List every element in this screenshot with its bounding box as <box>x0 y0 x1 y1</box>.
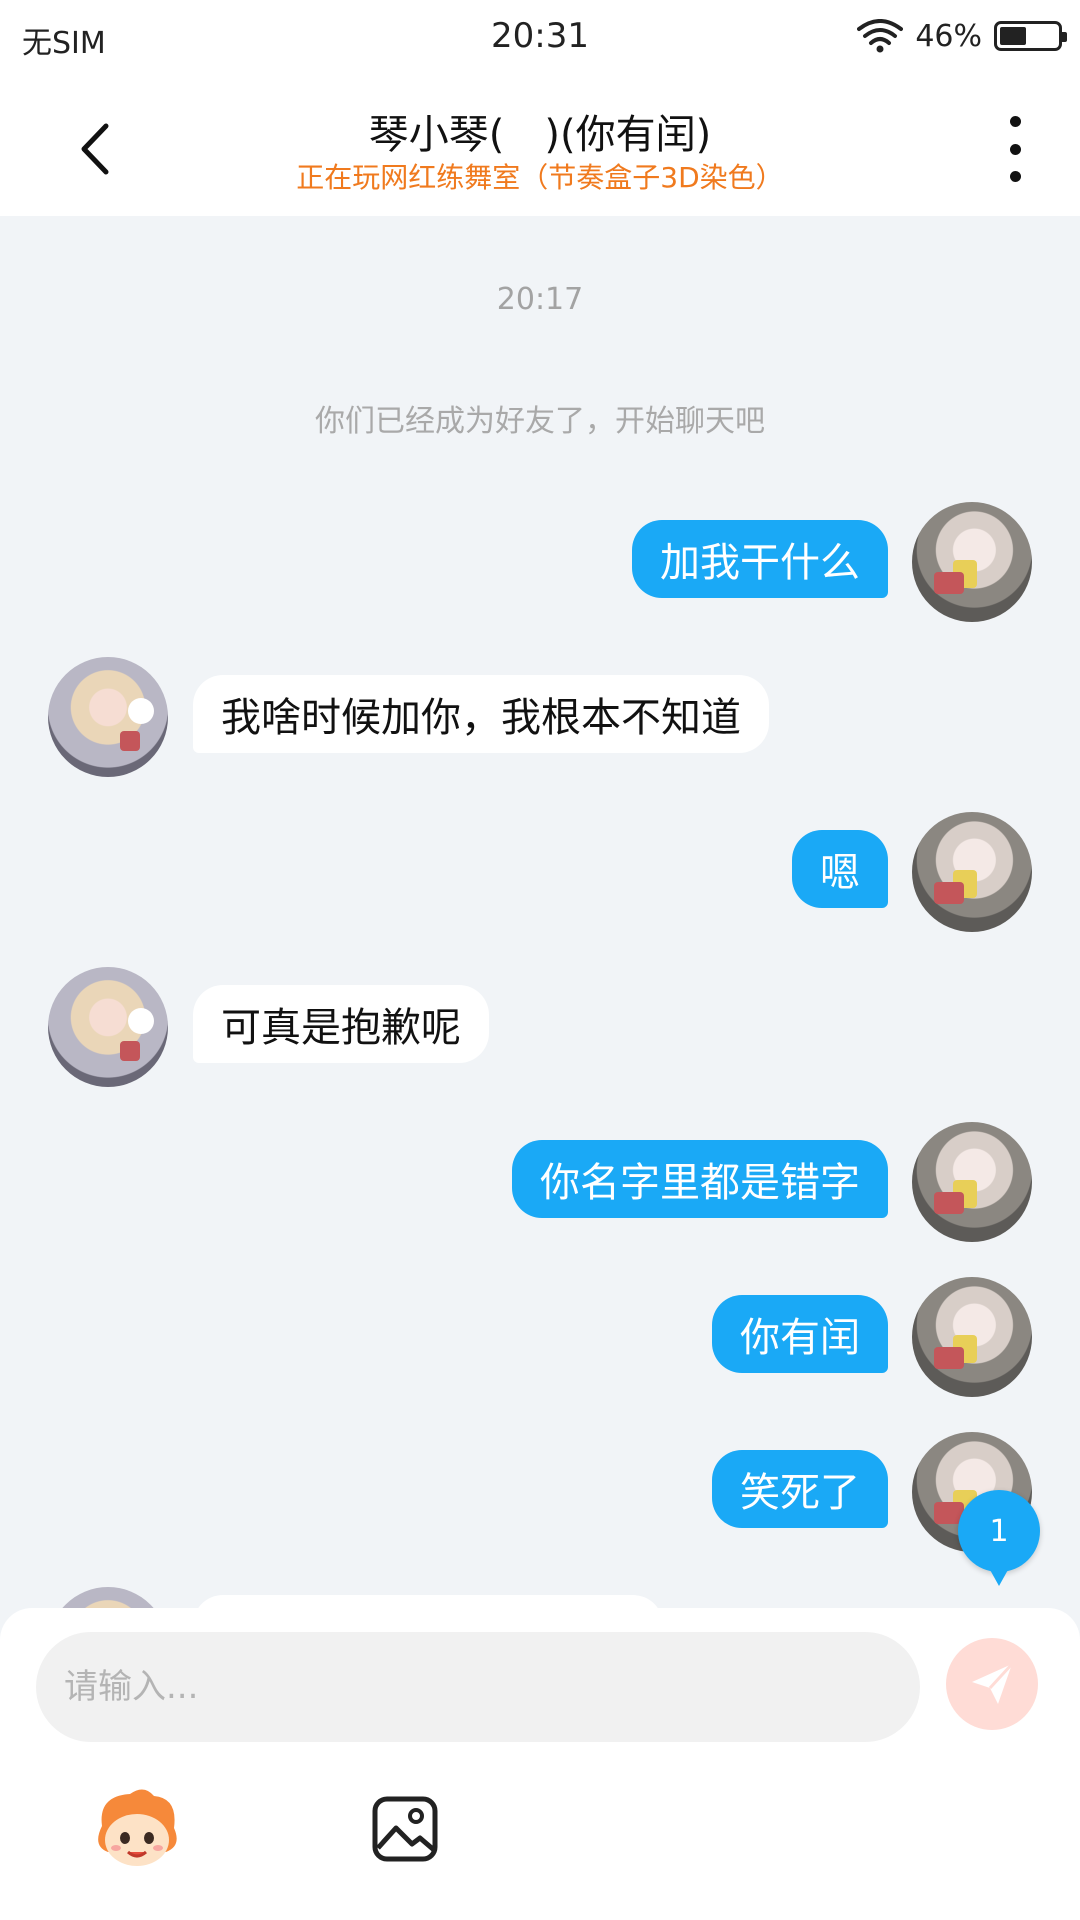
message-bubble-other[interactable]: 可真是抱歉呢 <box>193 985 489 1063</box>
chat-header: 琴小琴( )(你有闰) 正在玩网红练舞室（节奏盒子3D染色） <box>0 76 1080 216</box>
my-avatar[interactable] <box>912 1122 1032 1242</box>
message-input[interactable] <box>36 1632 920 1742</box>
paper-plane-icon <box>972 1662 1014 1704</box>
message-bubble-me[interactable]: 你有闰 <box>712 1295 888 1373</box>
wifi-icon <box>857 19 904 53</box>
friend-avatar[interactable] <box>48 657 168 777</box>
status-bar: 无SIM 20:31 46% <box>0 0 1080 76</box>
friend-avatar[interactable] <box>48 1587 168 1608</box>
my-avatar[interactable] <box>912 502 1032 622</box>
image-icon[interactable] <box>370 1794 440 1864</box>
unread-messages-badge[interactable]: 1 <box>958 1490 1040 1586</box>
input-panel <box>0 1608 1080 1920</box>
chat-subtitle: 正在玩网红练舞室（节奏盒子3D染色） <box>296 161 784 194</box>
badge-tail <box>989 1568 1009 1586</box>
message-bubble-me[interactable]: 笑死了 <box>712 1450 888 1528</box>
my-avatar[interactable] <box>912 812 1032 932</box>
message-bubble-me[interactable]: 加我干什么 <box>632 520 888 598</box>
mascot-face-icon[interactable] <box>92 1786 182 1872</box>
unread-count: 1 <box>989 1513 1009 1549</box>
more-vertical-icon-dot <box>1009 143 1021 155</box>
battery-fill <box>1000 27 1026 45</box>
chat-title: 琴小琴( )(你有闰) <box>368 112 712 158</box>
message-bubble-other[interactable]: 我啥时候加你，我根本不知道 <box>193 675 769 753</box>
system-message: 你们已经成为好友了，开始聊天吧 <box>315 404 765 439</box>
battery-icon <box>994 21 1067 51</box>
more-vertical-icon-dot <box>1009 116 1021 127</box>
chat-area[interactable]: 20:17 你们已经成为好友了，开始聊天吧 加我干什么 我啥时候加你，我根本不知… <box>0 216 1080 1608</box>
my-avatar[interactable] <box>912 1277 1032 1397</box>
send-button[interactable] <box>946 1638 1038 1730</box>
chat-timestamp: 20:17 <box>496 282 584 317</box>
more-vertical-icon-dot <box>1009 171 1021 182</box>
message-bubble-other-partial[interactable] <box>193 1595 663 1608</box>
friend-avatar[interactable] <box>48 967 168 1087</box>
battery-percent: 46% <box>915 18 982 54</box>
more-button[interactable] <box>1000 116 1030 182</box>
message-bubble-me[interactable]: 嗯 <box>792 830 888 908</box>
status-right: 46% <box>857 16 1067 56</box>
message-bubble-me[interactable]: 你名字里都是错字 <box>512 1140 888 1218</box>
battery-nub <box>1062 32 1067 42</box>
